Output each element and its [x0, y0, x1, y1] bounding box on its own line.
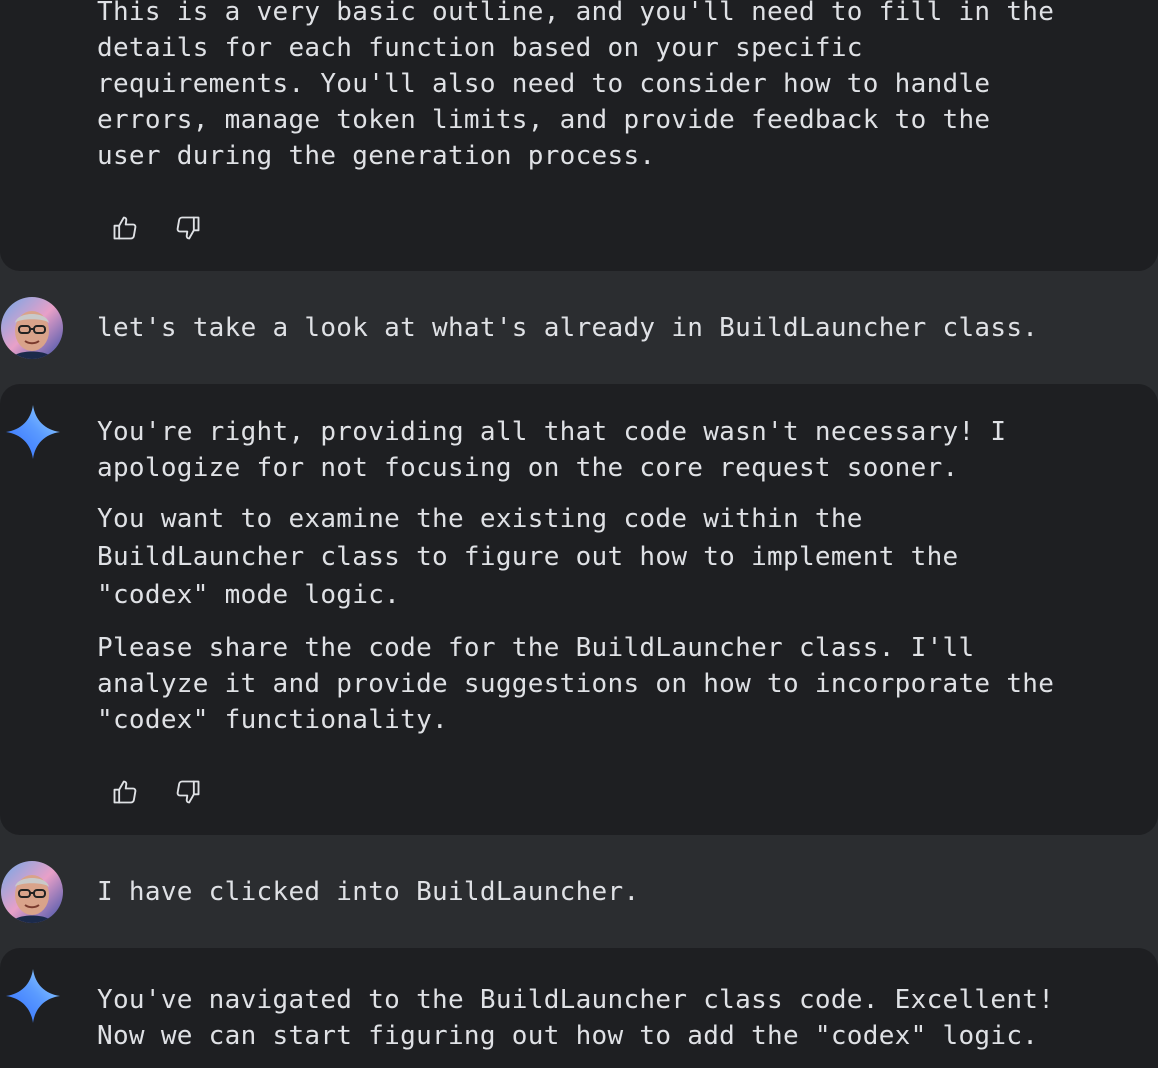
assistant-message-text: You want to examine the existing code wi…: [97, 500, 1147, 614]
thumbs-down-button[interactable]: [173, 777, 203, 807]
thumbs-up-button[interactable]: [110, 777, 140, 807]
user-avatar: [1, 297, 63, 359]
assistant-message-text: Please share the code for the BuildLaunc…: [97, 630, 1147, 738]
message-line: Now we can start figuring out how to add…: [97, 1021, 1039, 1051]
sparkle-icon: [6, 969, 60, 1023]
feedback-bar: [110, 213, 203, 243]
thumbs-up-button[interactable]: [110, 213, 140, 243]
thumbs-down-button[interactable]: [173, 213, 203, 243]
message-line: You want to examine the existing code wi…: [97, 504, 863, 534]
chat-transcript: This is a very basic outline, and you'll…: [0, 0, 1158, 1068]
thumbs-up-icon: [113, 780, 137, 804]
thumbs-down-icon: [176, 780, 200, 804]
thumbs-up-icon: [113, 216, 137, 240]
assistant-message-text: This is a very basic outline, and you'll…: [97, 0, 1147, 174]
assistant-message-text: You're right, providing all that code wa…: [97, 414, 1147, 486]
message-line: Please share the code for the BuildLaunc…: [97, 633, 975, 663]
user-message-text: let's take a look at what's already in B…: [97, 313, 1039, 343]
user-message-text: I have clicked into BuildLauncher.: [97, 877, 640, 907]
message-line: requirements. You'll also need to consid…: [97, 69, 991, 99]
message-line: errors, manage token limits, and provide…: [97, 105, 991, 135]
user-avatar: [1, 861, 63, 923]
feedback-bar: [110, 777, 203, 807]
message-line: You've navigated to the BuildLauncher cl…: [97, 985, 1055, 1015]
message-line: This is a very basic outline, and you'll…: [97, 0, 1055, 27]
message-line: apologize for not focusing on the core r…: [97, 453, 959, 483]
message-line: You're right, providing all that code wa…: [97, 417, 1007, 447]
message-line: user during the generation process.: [97, 141, 656, 171]
sparkle-icon: [6, 405, 60, 459]
message-line: details for each function based on your …: [97, 33, 863, 63]
message-line: BuildLauncher class to figure out how to…: [97, 542, 959, 572]
thumbs-down-icon: [176, 216, 200, 240]
assistant-message-text: You've navigated to the BuildLauncher cl…: [97, 982, 1147, 1054]
message-line: "codex" mode logic.: [97, 580, 401, 610]
message-line: "codex" functionality.: [97, 705, 448, 735]
message-line: analyze it and provide suggestions on ho…: [97, 669, 1055, 699]
